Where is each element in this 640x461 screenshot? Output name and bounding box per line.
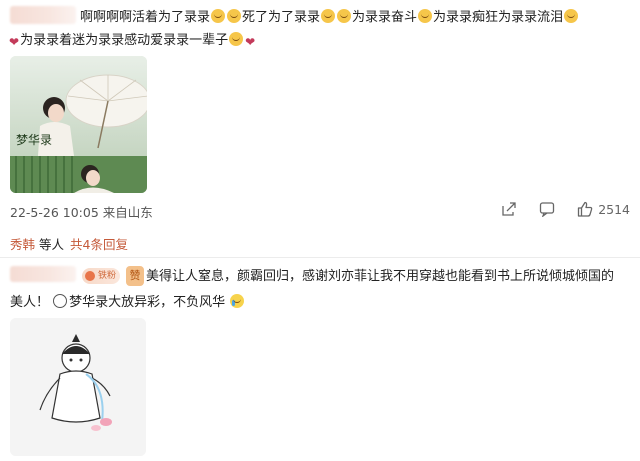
post-text-seg1: 啊啊啊啊活着为了录录: [80, 10, 211, 25]
post-text-seg4: 为录录痴狂: [433, 10, 499, 25]
post-text-seg7: 为录录感动: [85, 33, 151, 48]
smile-emoji-icon: [229, 32, 244, 46]
post-text-seg2: 死了为了录录: [242, 10, 321, 25]
weibo-post: 啊啊啊啊活着为了录录 死了为了录录 为录录奋斗 为录录痴狂为录录流泪 ❤为录录着迷为录…: [0, 0, 640, 255]
post-text-seg3: 为录录奋斗: [352, 10, 418, 25]
topic-link[interactable]: 梦华录大放异彩: [69, 295, 160, 310]
teary-emoji-icon: [230, 294, 245, 308]
share-icon: [502, 202, 516, 216]
comment-button[interactable]: [539, 201, 555, 217]
post-meta: 22-5-26 10:05 来自山东: [10, 205, 153, 220]
post-actions: 2514: [501, 198, 630, 220]
smile-emoji-icon: [211, 9, 226, 23]
like-button[interactable]: 2514: [577, 201, 630, 217]
view-replies-link[interactable]: 共4条回复: [70, 237, 128, 252]
reply-others-text: 等人: [39, 237, 65, 252]
clover-emoji-icon: [337, 9, 352, 23]
thumbs-up-icon: [578, 201, 593, 217]
clover-emoji-icon: [227, 9, 242, 23]
blurred-username[interactable]: [10, 6, 76, 24]
comment-sticker-image[interactable]: [10, 318, 146, 456]
fist-emoji-icon: [418, 9, 433, 23]
post-text-seg8: 爱录录一辈子: [150, 33, 229, 48]
like-count: 2514: [598, 201, 630, 217]
comment-text-seg: 美人！: [10, 295, 50, 310]
post-image[interactable]: 梦华录: [10, 56, 147, 193]
comment-text-line1: 美得让人窒息，颜霸回归，感谢刘亦菲让我不用穿越也能看到书上所说倾城倾国的: [146, 269, 615, 284]
comment-text-tail: ，不负风华: [160, 295, 226, 310]
comment-item: 铁粉 赞 美得让人窒息，颜霸回归，感谢刘亦菲让我不用穿越也能看到书上所说倾城倾国…: [0, 260, 640, 460]
laugh-emoji-icon: [321, 9, 336, 23]
topic-icon: [53, 294, 68, 308]
post-text-line1: 啊啊啊啊活着为了录录 死了为了录录 为录录奋斗 为录录痴狂为录录流泪: [80, 5, 630, 31]
praise-badge: 赞: [126, 266, 144, 286]
drama-still-illustration: 梦华录: [10, 56, 147, 193]
post-text-line2: ❤为录录着迷为录录感动爱录录一辈子 ❤: [8, 31, 628, 52]
comment-icon: [540, 202, 555, 217]
heart-emoji-icon: ❤: [9, 35, 20, 49]
blurred-commenter-name[interactable]: [10, 266, 76, 282]
reply-summary: 秀韩 等人 共4条回复: [10, 234, 128, 253]
divider: [0, 257, 640, 258]
heart-emoji-icon: ❤: [245, 35, 256, 49]
comment-text-line2: 美人！ 梦华录大放异彩，不负风华: [10, 294, 245, 312]
fan-badge: 铁粉: [82, 268, 121, 284]
reply-user-name[interactable]: 秀韩: [10, 237, 35, 252]
post-text-seg6: 为录录着迷: [20, 33, 86, 48]
chibi-character-sticker: [10, 318, 146, 456]
post-text-seg5: 为录录流泪: [498, 10, 564, 25]
tear-emoji-icon: [564, 9, 579, 23]
share-button[interactable]: [501, 201, 517, 217]
image-watermark: 梦华录: [16, 133, 52, 147]
